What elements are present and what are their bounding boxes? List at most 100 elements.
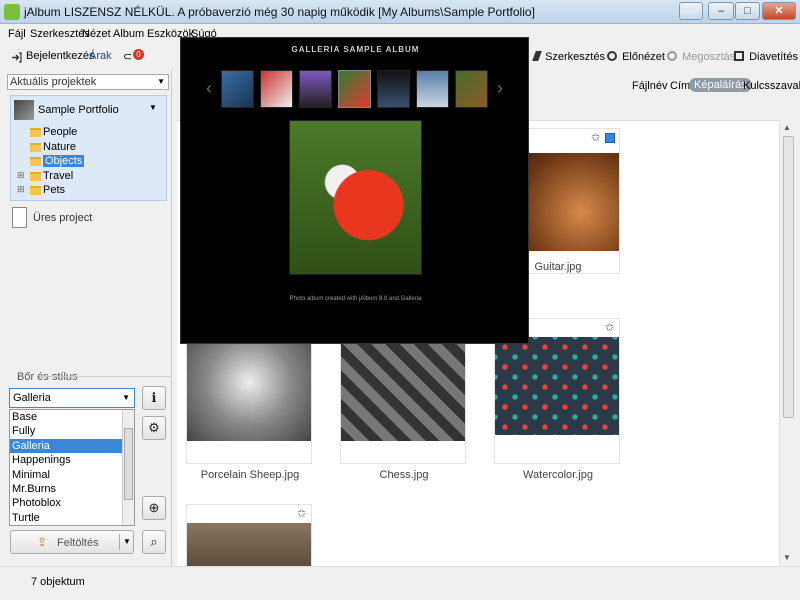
skin-option[interactable]: Base: [10, 410, 134, 424]
sort-keywords[interactable]: Kulcsszavak: [743, 80, 800, 92]
tree-expander[interactable]: ⊞: [17, 184, 27, 195]
login-button[interactable]: Bejelentkezés: [26, 50, 95, 62]
project-dropdown[interactable]: Aktuális projektek ▼: [7, 74, 169, 90]
tree-expander[interactable]: ⊞: [17, 170, 27, 181]
gallery-thumb[interactable]: [338, 70, 371, 108]
skin-option[interactable]: Happenings: [10, 453, 134, 467]
chess-image: [341, 343, 465, 441]
star-icon[interactable]: ✩: [297, 507, 306, 520]
minimize-button[interactable]: –: [708, 2, 734, 20]
folder-icon: [30, 186, 41, 195]
project-tree: Sample Portfolio ▼ People Nature Objects…: [10, 95, 167, 201]
gallery-thumb[interactable]: [377, 70, 410, 108]
project-dropdown-value: Aktuális projektek: [10, 76, 97, 88]
gear-icon: ⚙: [148, 420, 160, 435]
chevron-down-icon[interactable]: ▼: [123, 537, 131, 546]
thumbnail-card[interactable]: ✩: [186, 504, 312, 569]
skin-select[interactable]: Galleria ▼: [9, 388, 135, 408]
slideshow-button[interactable]: Diavetítés: [734, 51, 798, 63]
star-icon[interactable]: ✩: [605, 321, 614, 334]
thumbnail-name: Chess.jpg: [379, 469, 429, 481]
skin-option[interactable]: Mr.Burns: [10, 482, 134, 496]
scroll-down-icon[interactable]: ▼: [783, 553, 791, 562]
zoom-icon: ⊕: [148, 500, 160, 515]
divider: [40, 376, 170, 377]
gallery-thumb[interactable]: [299, 70, 332, 108]
main-scrollbar[interactable]: ▲ ▼: [779, 120, 796, 566]
settings-button[interactable]: ⚙: [142, 416, 166, 440]
search-button[interactable]: ⌕: [142, 530, 166, 554]
folder-icon: [30, 157, 41, 166]
thumbnail-name: Watercolor.jpg: [523, 469, 593, 481]
skin-select-value: Galleria: [13, 392, 51, 404]
gallery-title: GALLERIA SAMPLE ALBUM: [291, 45, 420, 54]
share-icon: [667, 51, 677, 61]
folder-icon: [30, 172, 41, 181]
upload-button[interactable]: ⇪ Feltöltés ▼: [10, 530, 134, 554]
pencil-icon: [532, 51, 542, 61]
folder-icon: [30, 128, 41, 137]
status-text: 7 objektum: [31, 576, 85, 588]
gallery-thumb[interactable]: [221, 70, 254, 108]
share-label: Megosztás: [682, 51, 736, 63]
scrollbar-thumb[interactable]: [783, 136, 794, 418]
gallery-thumb[interactable]: [416, 70, 449, 108]
skin-options-list[interactable]: Base Fully Galleria Happenings Minimal M…: [9, 409, 135, 526]
star-icon[interactable]: ✩: [591, 131, 600, 144]
gallery-next-button[interactable]: ›: [497, 78, 503, 99]
chevron-down-icon[interactable]: ▼: [149, 103, 157, 112]
menu-album[interactable]: Album: [113, 28, 144, 40]
skin-option[interactable]: Turtle: [10, 511, 134, 525]
share-button[interactable]: Megosztás: [667, 51, 735, 63]
gallery-preview-overlay[interactable]: GALLERIA SAMPLE ALBUM ‹ › Photo album cr…: [180, 37, 529, 344]
empty-project-label: Üres project: [33, 212, 93, 224]
cart-icon[interactable]: ⊂: [123, 50, 132, 63]
play-icon: [734, 51, 744, 61]
app-window: jAlbum LISZENSZ NÉLKÜL. A próbaverzió mé…: [0, 0, 800, 600]
menu-file[interactable]: Fájl: [8, 28, 26, 40]
skin-list-scrollbar[interactable]: [122, 410, 134, 525]
preview-button[interactable]: Előnézet: [607, 51, 665, 63]
upload-label: Feltöltés: [57, 537, 99, 549]
prices-link[interactable]: Árak: [89, 50, 112, 62]
chevron-down-icon: ▼: [122, 393, 130, 402]
info-icon: ℹ: [151, 390, 157, 405]
left-toolbar: Bejelentkezés Árak ⊂ 0: [0, 44, 172, 70]
scrollbar-thumb[interactable]: [124, 428, 133, 500]
search-icon: ⌕: [150, 534, 158, 549]
edit-label: Szerkesztés: [545, 51, 605, 63]
info-button[interactable]: ℹ: [142, 386, 166, 410]
upload-icon: ⇪: [37, 535, 48, 549]
window-title: jAlbum LISZENSZ NÉLKÜL. A próbaverzió mé…: [24, 5, 535, 19]
right-toolbar: Szerkesztés Előnézet Megosztás Diavetíté…: [528, 48, 800, 68]
slideshow-label: Diavetítés: [749, 51, 798, 63]
title-bar[interactable]: jAlbum LISZENSZ NÉLKÜL. A próbaverzió mé…: [0, 0, 800, 24]
scroll-up-icon[interactable]: ▲: [783, 123, 791, 132]
chevron-down-icon: ▼: [157, 77, 165, 86]
skin-option[interactable]: Photoblox: [10, 496, 134, 510]
status-bar: 7 objektum: [0, 566, 800, 600]
divider: [119, 534, 120, 550]
zoom-button[interactable]: ⊕: [142, 496, 166, 520]
taskbar-icon[interactable]: [679, 2, 703, 20]
gallery-prev-button[interactable]: ‹: [206, 78, 212, 99]
maximize-button[interactable]: □: [735, 2, 760, 20]
close-button[interactable]: ✕: [762, 2, 796, 20]
tree-root-label[interactable]: Sample Portfolio: [38, 104, 119, 116]
tree-item-label: Travel: [43, 170, 74, 182]
jalbum-app-icon: [4, 4, 20, 20]
skin-option[interactable]: Galleria: [10, 438, 134, 454]
skin-option[interactable]: Fully: [10, 424, 134, 438]
sort-filename[interactable]: Fájlnév: [632, 80, 667, 92]
menu-edit[interactable]: Szerkesztés: [30, 28, 90, 40]
tree-item-label: Objects: [43, 155, 85, 167]
tree-item-label: Nature: [43, 141, 77, 153]
gallery-thumb[interactable]: [260, 70, 293, 108]
skin-option[interactable]: Minimal: [10, 468, 134, 482]
sort-title[interactable]: Cím: [670, 80, 690, 92]
include-checkbox[interactable]: [605, 133, 615, 143]
edit-button[interactable]: Szerkesztés: [532, 51, 605, 63]
gallery-thumb[interactable]: [455, 70, 488, 108]
notification-badge: 0: [133, 49, 144, 60]
menu-view[interactable]: Nézet: [82, 28, 111, 40]
